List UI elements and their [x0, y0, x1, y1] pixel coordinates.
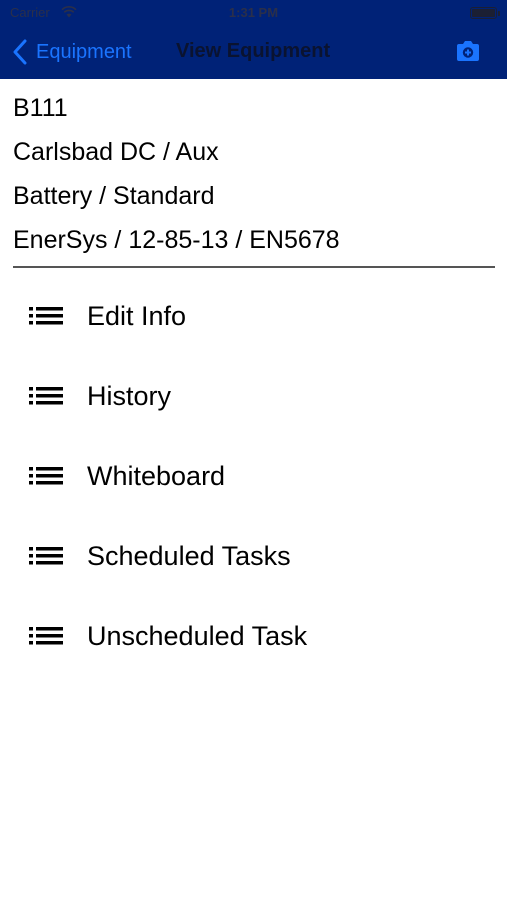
menu-item-edit-info[interactable]: Edit Info: [0, 276, 507, 356]
equipment-id: B111: [13, 94, 68, 122]
menu-item-label: Unscheduled Task: [87, 621, 308, 651]
back-button-label: Equipment: [36, 40, 132, 63]
equipment-type: Battery / Standard: [13, 182, 215, 210]
menu-item-history[interactable]: History: [0, 356, 507, 436]
equipment-location: Carlsbad DC / Aux: [13, 138, 219, 166]
status-time: 1:31 PM: [228, 5, 279, 20]
chevron-left-icon: [13, 39, 27, 65]
page-title: View Equipment: [176, 40, 331, 62]
divider: [13, 266, 495, 268]
list-icon: [29, 387, 63, 405]
menu-item-label: Whiteboard: [87, 461, 226, 491]
equipment-details: B111 Carlsbad DC / Aux Battery / Standar…: [13, 88, 495, 264]
status-bar: Carrier 1:31 PM: [0, 0, 507, 26]
navigation-bar: Carrier 1:31 PM Equipment View Equipment: [0, 0, 507, 79]
list-icon: [29, 547, 63, 565]
back-button[interactable]: Equipment: [12, 38, 132, 66]
list-icon: [29, 467, 63, 485]
camera-icon[interactable]: [455, 40, 481, 62]
list-icon: [29, 627, 63, 645]
menu-item-scheduled-tasks[interactable]: Scheduled Tasks: [0, 516, 507, 596]
equipment-model: EnerSys / 12-85-13 / EN5678: [13, 226, 340, 254]
menu-item-label: History: [87, 381, 172, 411]
action-menu: Edit Info History Whiteboard Scheduled T…: [0, 276, 507, 676]
list-icon: [29, 307, 63, 325]
menu-item-label: Edit Info: [87, 301, 187, 331]
menu-item-unscheduled-task[interactable]: Unscheduled Task: [0, 596, 507, 676]
menu-item-whiteboard[interactable]: Whiteboard: [0, 436, 507, 516]
menu-item-label: Scheduled Tasks: [87, 541, 291, 571]
battery-icon: [470, 7, 500, 19]
